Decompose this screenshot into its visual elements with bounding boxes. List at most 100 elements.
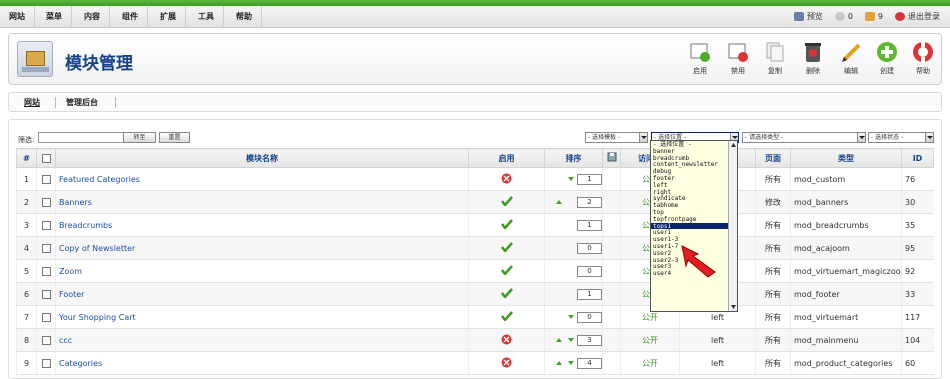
check-icon[interactable] [500, 288, 513, 299]
enabled-toggle[interactable] [468, 282, 545, 306]
order-input[interactable]: 1 [577, 173, 602, 185]
row-checkbox[interactable] [41, 335, 51, 345]
row-checkbox-cell[interactable] [36, 213, 56, 237]
select-all-checkbox[interactable] [41, 153, 51, 163]
state-select[interactable]: - 选择状态 - [868, 132, 934, 143]
order-input-cell[interactable] [602, 282, 621, 306]
disable-button[interactable]: 禁用 [721, 38, 755, 82]
order-arrows[interactable]: 0 [544, 259, 603, 283]
type-select[interactable]: - 请选择类型 - [742, 132, 866, 143]
position-option[interactable]: content_newsletter [651, 161, 737, 168]
help-button[interactable]: 帮助 [906, 38, 940, 82]
order-input[interactable]: 4 [577, 357, 602, 369]
menu-tools[interactable]: 工具 [189, 6, 224, 28]
position-option[interactable]: right [651, 189, 737, 196]
order-arrows[interactable]: 3 [544, 328, 603, 352]
position-option[interactable]: left [651, 182, 737, 189]
menu-menus[interactable]: 菜单 [37, 6, 72, 28]
order-input-cell[interactable] [602, 305, 621, 329]
order-input-cell[interactable] [602, 213, 621, 237]
position-option[interactable]: tabhome [651, 202, 737, 209]
enabled-toggle[interactable] [468, 351, 545, 375]
enabled-toggle[interactable] [468, 328, 545, 352]
disabled-icon[interactable] [501, 357, 512, 368]
col-order[interactable]: 排序 [544, 148, 603, 168]
check-icon[interactable] [500, 311, 513, 322]
menu-content[interactable]: 内容 [75, 6, 110, 28]
row-checkbox-cell[interactable] [36, 328, 56, 352]
col-enabled[interactable]: 启用 [468, 148, 545, 168]
check-icon[interactable] [500, 219, 513, 230]
order-input[interactable]: 0 [577, 265, 602, 277]
check-icon[interactable] [500, 242, 513, 253]
row-checkbox-cell[interactable] [36, 259, 56, 283]
col-type[interactable]: 类型 [790, 148, 902, 168]
order-input-cell[interactable] [602, 351, 621, 375]
move-down-icon[interactable] [568, 338, 574, 342]
tab-admin[interactable]: 管理后台 [66, 97, 98, 108]
module-name-link[interactable]: Zoom [55, 259, 469, 283]
order-arrows[interactable]: 4 [544, 351, 603, 375]
order-input[interactable]: 0 [577, 311, 602, 323]
order-input[interactable]: 1 [577, 288, 602, 300]
move-down-icon[interactable] [568, 315, 574, 319]
row-checkbox-cell[interactable] [36, 236, 56, 260]
module-name-link[interactable]: Categories [55, 351, 469, 375]
order-input-cell[interactable] [602, 259, 621, 283]
disabled-icon[interactable] [501, 334, 512, 345]
users-link[interactable]: 9 [864, 6, 883, 28]
row-checkbox-cell[interactable] [36, 351, 56, 375]
order-arrows[interactable]: 1 [544, 282, 603, 306]
position-dropdown-list[interactable]: - 选择位置 - banner breadcrumb content_newslett… [650, 140, 738, 312]
order-input-cell[interactable] [602, 236, 621, 260]
module-name-link[interactable]: Featured Categories [55, 167, 469, 191]
col-id[interactable]: ID [901, 148, 934, 168]
menu-site[interactable]: 网站 [0, 6, 35, 28]
row-checkbox[interactable] [41, 220, 51, 230]
reset-button[interactable]: 重置 [159, 132, 190, 143]
go-button[interactable]: 转至 [123, 132, 156, 143]
row-checkbox-cell[interactable] [36, 305, 56, 329]
order-input-cell[interactable] [602, 328, 621, 352]
move-up-icon[interactable] [556, 200, 562, 204]
messages-link[interactable]: 0 [834, 6, 853, 28]
position-option[interactable]: banner [651, 148, 737, 155]
preview-link[interactable]: 预览 [793, 6, 823, 28]
order-input[interactable]: 2 [577, 196, 602, 208]
tab-site[interactable]: 网站 [24, 97, 40, 108]
enabled-toggle[interactable] [468, 167, 545, 191]
order-arrows[interactable]: 1 [544, 167, 603, 191]
order-input-cell[interactable] [602, 190, 621, 214]
position-option[interactable]: debug [651, 168, 737, 175]
row-checkbox-cell[interactable] [36, 190, 56, 214]
module-name-link[interactable]: Your Shopping Cart [55, 305, 469, 329]
module-name-link[interactable]: Footer [55, 282, 469, 306]
col-select-all[interactable] [36, 148, 56, 168]
enabled-toggle[interactable] [468, 190, 545, 214]
access-level[interactable]: 公开 [620, 351, 680, 375]
check-icon[interactable] [500, 265, 513, 276]
position-option[interactable]: tops1 [651, 222, 737, 229]
row-checkbox[interactable] [41, 312, 51, 322]
order-input[interactable]: 1 [577, 219, 602, 231]
save-order-icon[interactable] [607, 152, 617, 162]
menu-components[interactable]: 组件 [113, 6, 148, 28]
row-checkbox[interactable] [41, 266, 51, 276]
position-option[interactable]: footer [651, 175, 737, 182]
col-save-order[interactable] [602, 148, 621, 168]
enabled-toggle[interactable] [468, 259, 545, 283]
module-name-link[interactable]: Breadcrumbs [55, 213, 469, 237]
enabled-toggle[interactable] [468, 236, 545, 260]
delete-button[interactable]: 删除 [796, 38, 830, 82]
col-pages[interactable]: 页面 [755, 148, 791, 168]
order-input[interactable]: 3 [577, 334, 602, 346]
disabled-icon[interactable] [501, 173, 512, 184]
module-name-link[interactable]: ccc [55, 328, 469, 352]
enable-button[interactable]: 启用 [683, 38, 717, 82]
position-option[interactable]: user1-3 [651, 236, 737, 243]
order-input-cell[interactable] [602, 167, 621, 191]
row-checkbox-cell[interactable] [36, 282, 56, 306]
edit-button[interactable]: 编辑 [834, 38, 868, 82]
row-checkbox[interactable] [41, 358, 51, 368]
move-down-icon[interactable] [568, 361, 574, 365]
